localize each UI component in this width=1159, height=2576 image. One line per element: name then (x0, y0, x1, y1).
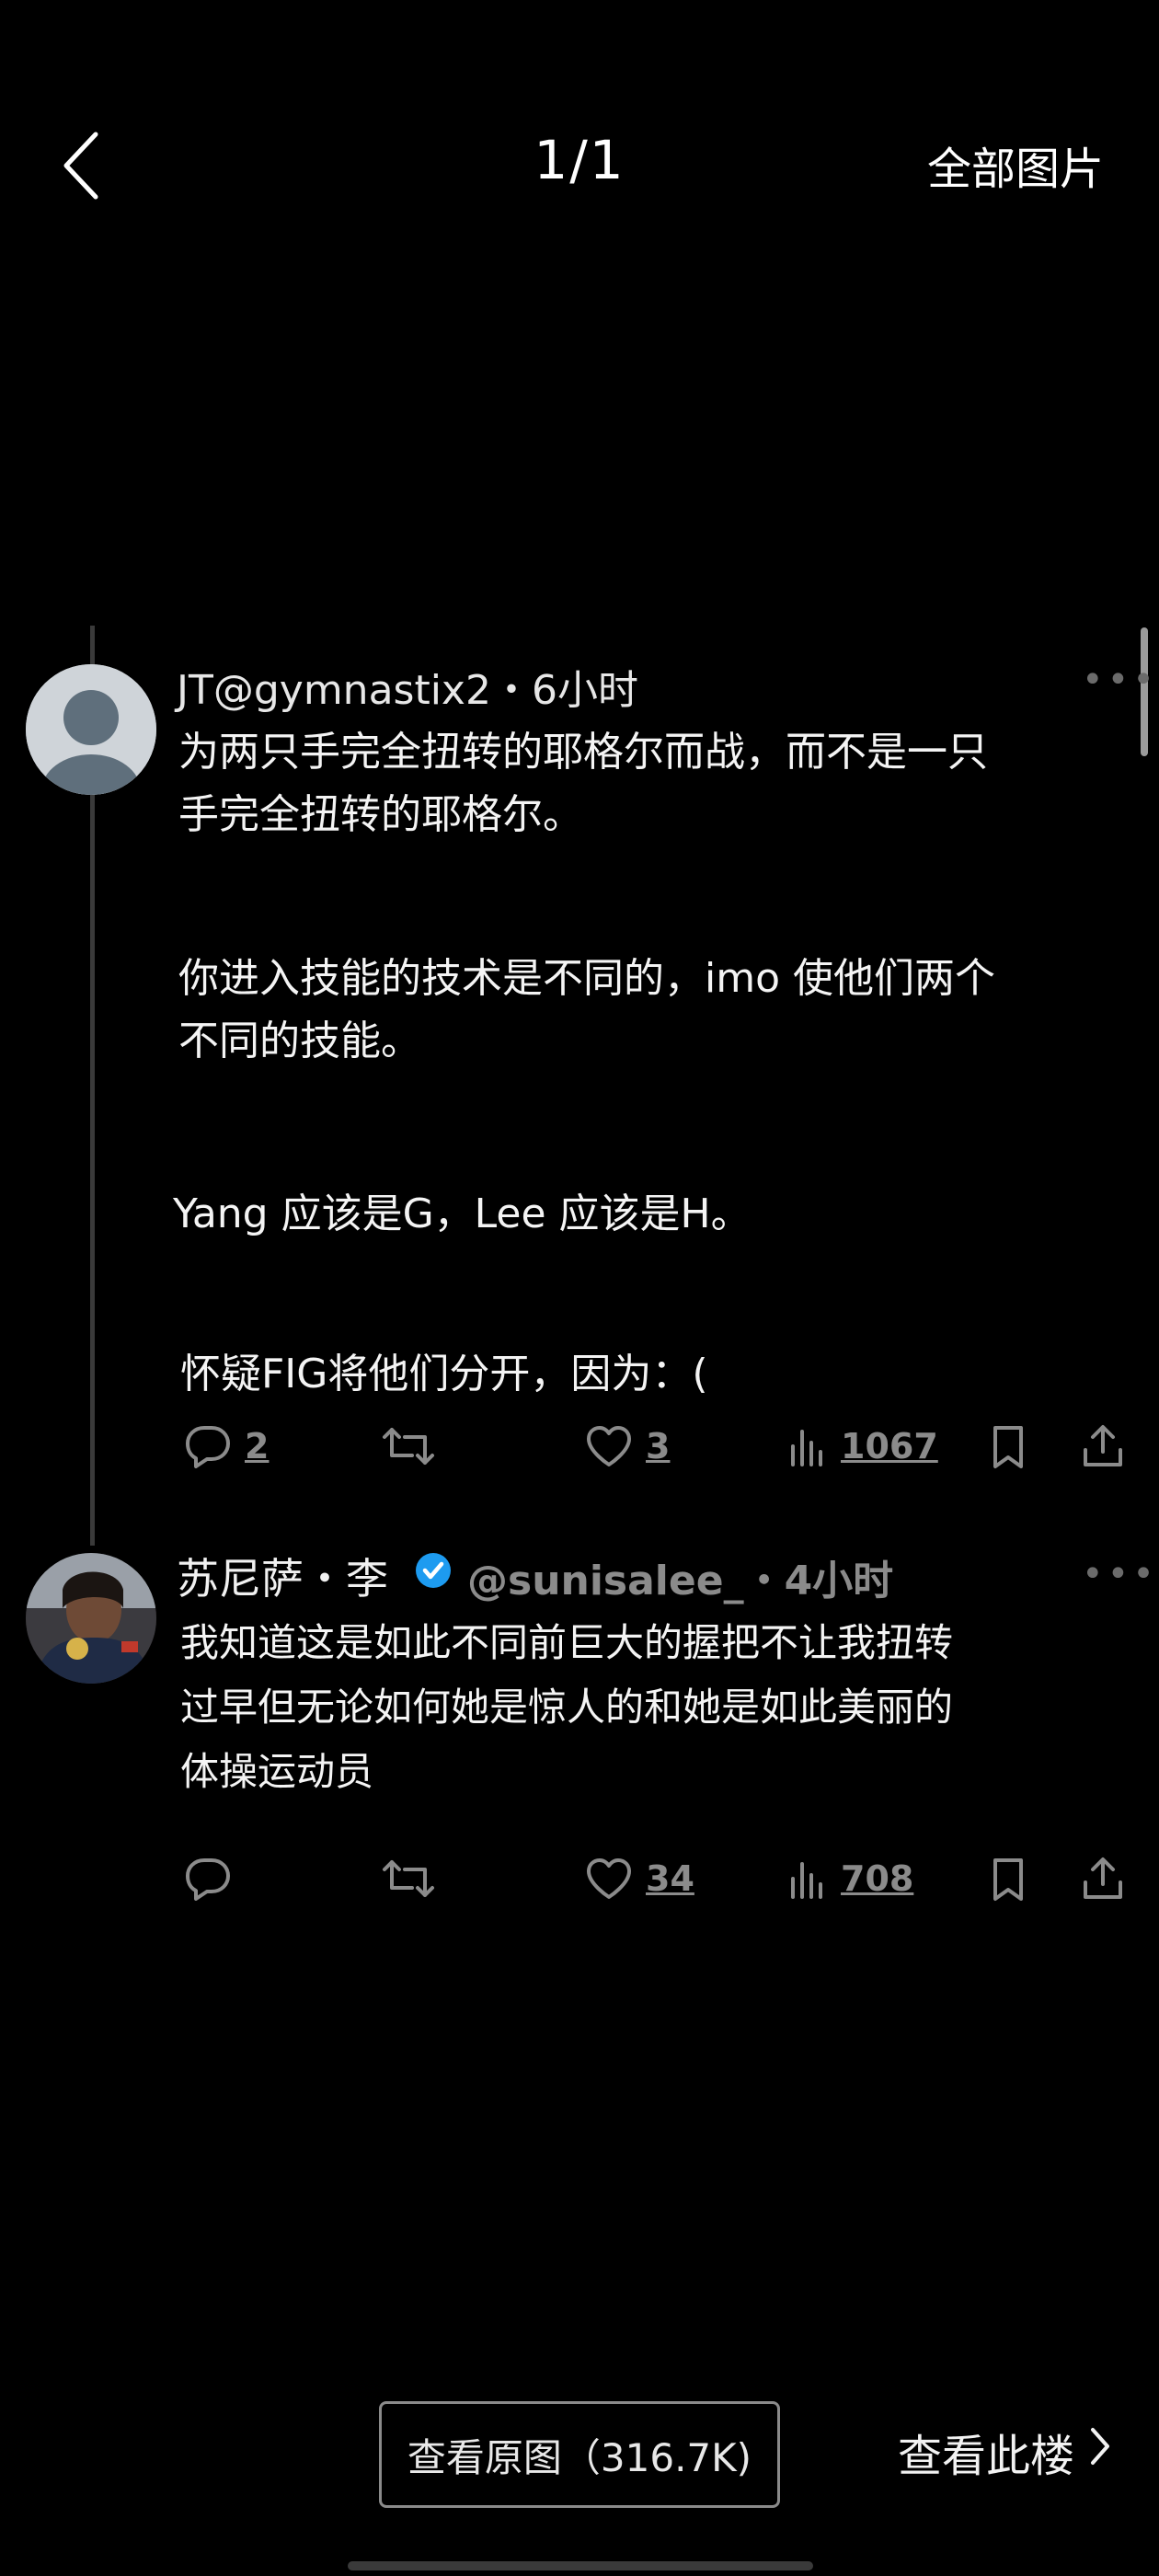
avatar[interactable] (26, 1553, 156, 1684)
avatar[interactable] (26, 664, 156, 795)
reply-icon (184, 1424, 232, 1468)
like-icon (585, 1424, 633, 1468)
bookmark-button[interactable] (990, 1857, 1027, 1903)
bookmark-icon (990, 1857, 1027, 1903)
reply-button[interactable]: 2 (184, 1424, 269, 1468)
bookmark-button[interactable] (990, 1424, 1027, 1470)
post-text-line: 不同的技能。 (178, 1018, 421, 1064)
retweet-icon (381, 1857, 436, 1901)
post-author-name[interactable]: 苏尼萨・李 (177, 1546, 388, 1606)
share-icon (1082, 1422, 1124, 1468)
reply-button[interactable] (184, 1857, 232, 1901)
like-button[interactable]: 34 (585, 1857, 694, 1901)
post-text-line: 体操运动员 (180, 1749, 374, 1794)
verified-icon (414, 1551, 453, 1593)
views-icon (787, 1857, 828, 1901)
retweet-icon (381, 1424, 436, 1468)
views-button[interactable]: 1067 (787, 1424, 938, 1468)
post-text-line: 你进入技能的技术是不同的，imo 使他们两个 (178, 955, 995, 1002)
views-icon (787, 1424, 828, 1468)
home-indicator (348, 2561, 813, 2570)
chevron-right-icon (1089, 2426, 1111, 2478)
more-icon[interactable]: ••• (1082, 1553, 1158, 1595)
all-images-button[interactable]: 全部图片 (927, 132, 1104, 197)
post-text-line: 手完全扭转的耶格尔。 (178, 791, 583, 838)
post-text-line: Yang 应该是G，Lee 应该是H。 (173, 1190, 752, 1237)
view-floor-button[interactable]: 查看此楼 (898, 2420, 1111, 2484)
post-text-line: 我知道这是如此不同前巨大的握把不让我扭转 (180, 1620, 954, 1665)
retweet-button[interactable] (381, 1424, 436, 1468)
views-button[interactable]: 708 (787, 1857, 913, 1901)
share-icon (1082, 1855, 1124, 1901)
like-button[interactable]: 3 (585, 1424, 670, 1468)
post-author-handle[interactable]: JT@gymnastix2・6小时 (177, 657, 638, 716)
bookmark-icon (990, 1424, 1027, 1470)
view-floor-label: 查看此楼 (898, 2431, 1075, 2482)
post-text-line: 为两只手完全扭转的耶格尔而战，而不是一只 (178, 729, 988, 776)
share-button[interactable] (1082, 1855, 1124, 1901)
post-text-line: 过早但无论如何她是惊人的和她是如此美丽的 (180, 1685, 954, 1730)
post-author-handle[interactable]: @sunisalee_・4小时 (467, 1547, 893, 1606)
reply-icon (184, 1857, 232, 1901)
post-text-line: 怀疑FIG将他们分开，因为：( (180, 1351, 708, 1397)
view-original-button[interactable]: 查看原图（316.7K) (379, 2401, 780, 2508)
like-icon (585, 1857, 633, 1901)
more-icon[interactable]: ••• (1082, 659, 1158, 701)
retweet-button[interactable] (381, 1857, 436, 1901)
share-button[interactable] (1082, 1422, 1124, 1468)
